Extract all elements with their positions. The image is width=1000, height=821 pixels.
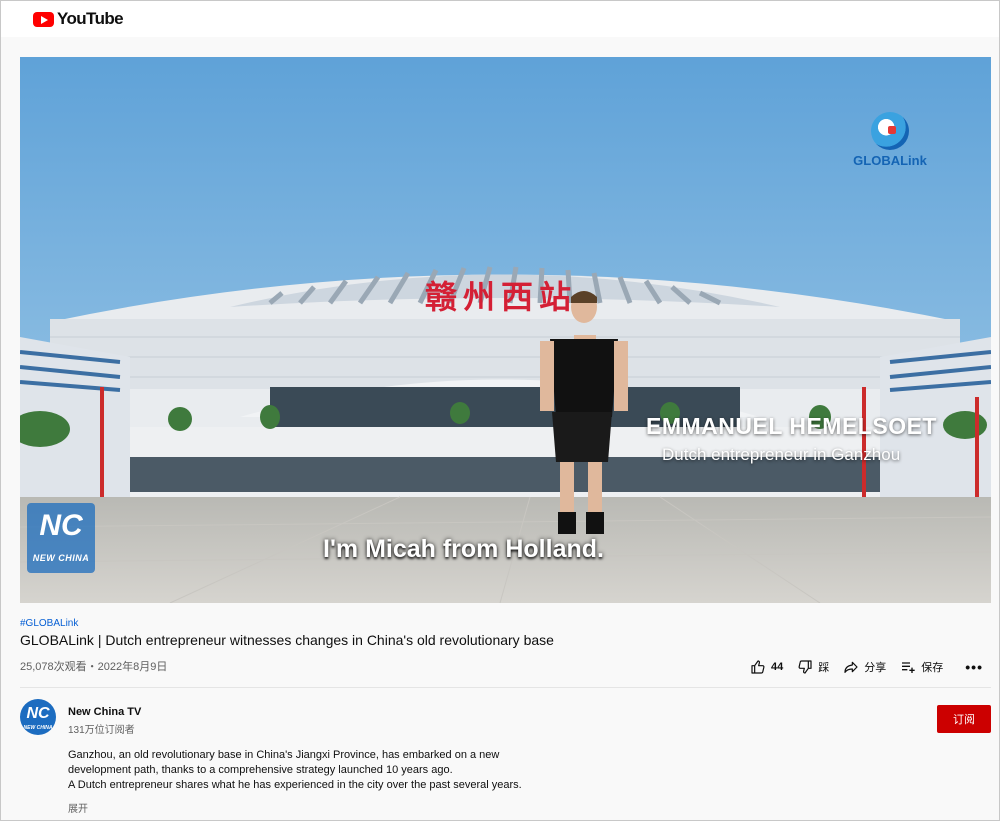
globalink-logo: GLOBALink xyxy=(852,112,928,168)
video-frame-scene xyxy=(20,57,991,603)
thumbs-up-icon xyxy=(751,660,765,674)
save-label: 保存 xyxy=(921,662,944,674)
avatar-text: NC xyxy=(26,705,50,722)
share-button[interactable]: 分享 xyxy=(843,659,886,675)
globalink-logo-text: GLOBALink xyxy=(853,153,927,168)
share-icon xyxy=(844,661,858,673)
action-bar: 44 踩 分享 保存 ••• xyxy=(736,658,983,676)
new-china-watermark: NC NEW CHINA xyxy=(27,503,95,573)
lower-third-role: Dutch entrepreneur in Ganzhou xyxy=(662,445,901,464)
youtube-logo-text: YouTube xyxy=(57,9,124,28)
channel-name[interactable]: New China TV xyxy=(68,706,141,718)
description-line-2: development path, thanks to a comprehens… xyxy=(68,764,453,776)
hashtag-link[interactable]: #GLOBALink xyxy=(20,618,78,629)
section-divider xyxy=(20,687,991,688)
video-description: Ganzhou, an old revolutionary base in Ch… xyxy=(68,748,522,793)
expand-description-button[interactable]: 展开 xyxy=(68,800,88,815)
video-subtitle: I'm Micah from Holland. xyxy=(323,535,604,563)
video-player[interactable]: 赣州西站 GLOBALink EMMANUEL HEMELSOET Dutch … xyxy=(20,57,991,603)
avatar-subtext: NEW CHINA xyxy=(23,725,53,731)
more-actions-button[interactable]: ••• xyxy=(965,659,983,675)
dislike-button[interactable]: 踩 xyxy=(797,659,829,675)
description-line-3: A Dutch entrepreneur shares what he has … xyxy=(68,779,522,791)
views-and-date: 25,078次观看・2022年8月9日 xyxy=(20,661,168,673)
globalink-globe-icon xyxy=(871,112,909,150)
youtube-logo[interactable]: YouTube xyxy=(33,9,124,29)
subscribe-button[interactable]: 订阅 xyxy=(937,705,991,733)
thumbs-down-icon xyxy=(798,660,812,674)
youtube-play-icon xyxy=(33,11,54,27)
browser-frame: YouTube 赣州西站 GLOBALink EMMANUEL HEMELSOE… xyxy=(0,0,1000,821)
subscriber-count: 131万位订阅者 xyxy=(68,725,135,736)
dislike-label: 踩 xyxy=(818,662,830,674)
watermark-text: NEW CHINA xyxy=(32,553,90,563)
station-sign-text: 赣州西站 xyxy=(425,278,578,316)
playlist-add-icon xyxy=(902,662,915,673)
share-label: 分享 xyxy=(864,662,887,674)
video-title: GLOBALink | Dutch entrepreneur witnesses… xyxy=(20,632,554,648)
like-button[interactable]: 44 xyxy=(750,659,783,675)
description-line-1: Ganzhou, an old revolutionary base in Ch… xyxy=(68,749,500,761)
save-button[interactable]: 保存 xyxy=(900,659,943,675)
top-bar: YouTube xyxy=(1,1,999,37)
lower-third-name: EMMANUEL HEMELSOET xyxy=(646,413,937,439)
channel-avatar[interactable]: NC NEW CHINA xyxy=(20,699,56,735)
new-china-emblem-icon: NC xyxy=(39,509,83,542)
like-count: 44 xyxy=(771,661,784,673)
